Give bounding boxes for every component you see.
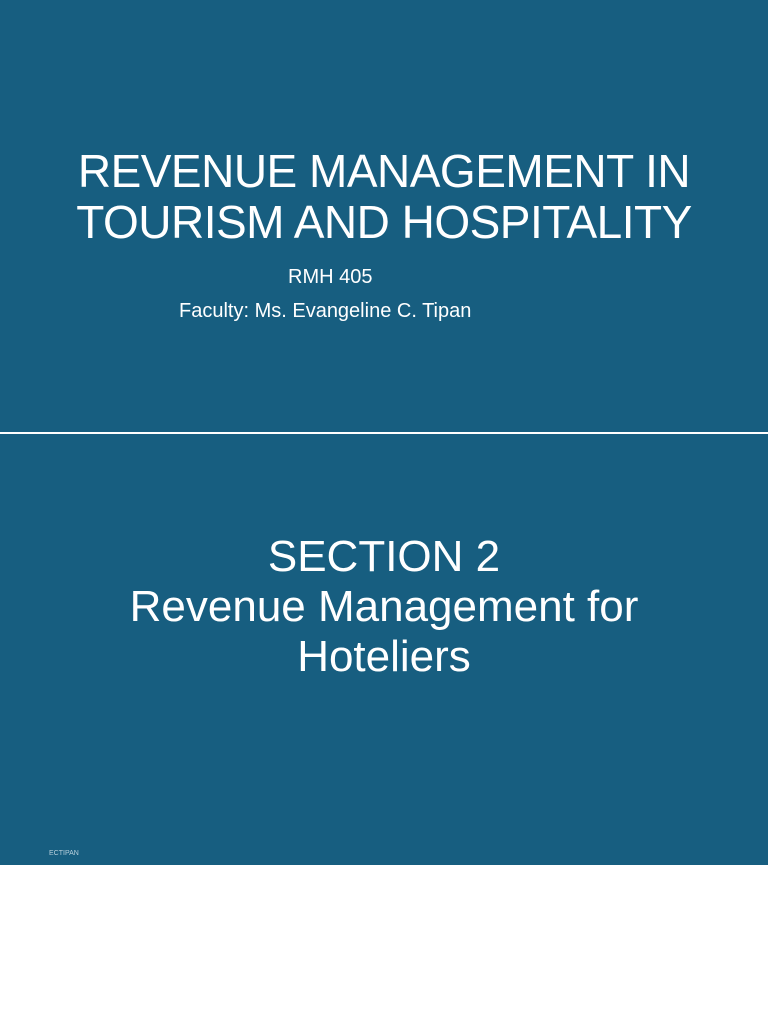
section-slide: SECTION 2 Revenue Management for Hotelie… bbox=[0, 434, 768, 865]
title-line-1: REVENUE MANAGEMENT IN bbox=[77, 145, 691, 197]
section-title: SECTION 2 Revenue Management for Hotelie… bbox=[0, 532, 768, 682]
title-slide: REVENUE MANAGEMENT IN TOURISM AND HOSPIT… bbox=[0, 0, 768, 432]
footer-label: ECTIPAN bbox=[49, 850, 79, 857]
faculty-name: Faculty: Ms. Evangeline C. Tipan bbox=[179, 300, 472, 322]
title-line-2: TOURISM AND HOSPITALITY bbox=[76, 196, 692, 248]
section-title-line-2: Hoteliers bbox=[297, 632, 471, 681]
course-code: RMH 405 bbox=[288, 266, 373, 288]
section-number: SECTION 2 bbox=[267, 532, 501, 581]
slide-title: REVENUE MANAGEMENT IN TOURISM AND HOSPIT… bbox=[0, 146, 768, 248]
section-title-line-1: Revenue Management for bbox=[129, 582, 639, 631]
